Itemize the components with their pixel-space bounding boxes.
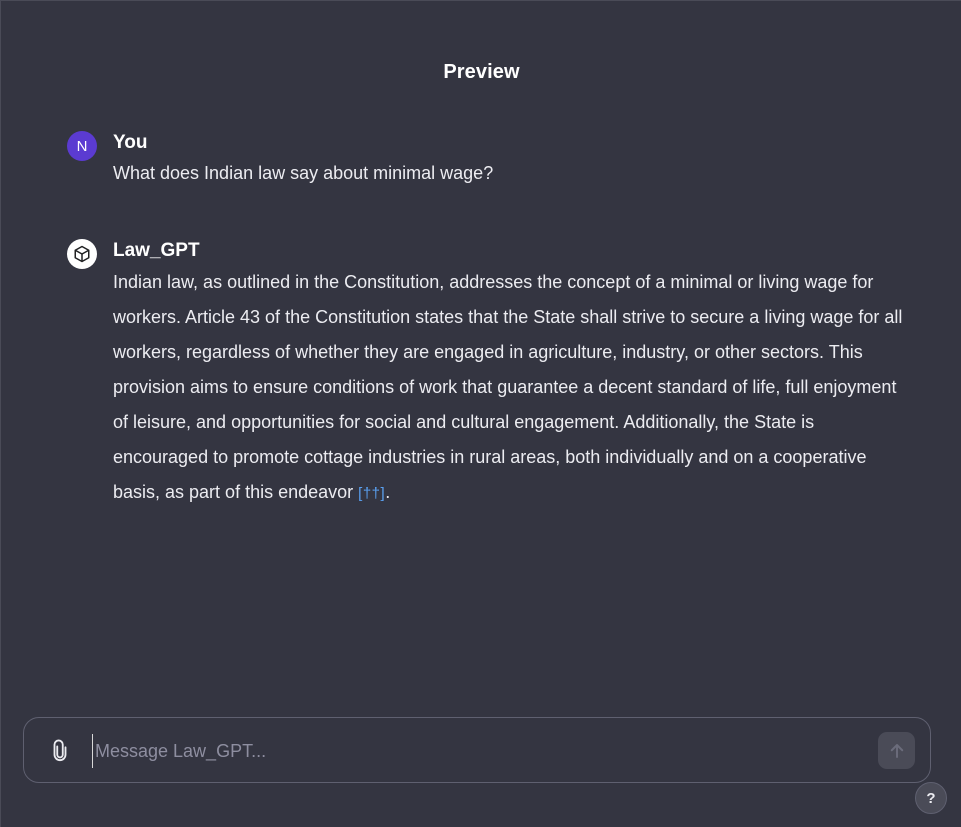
assistant-message-content: Indian law, as outlined in the Constitut… [113, 265, 907, 511]
assistant-message: Law_GPT Indian law, as outlined in the C… [67, 237, 907, 511]
message-input[interactable] [92, 734, 855, 768]
user-message: N You What does Indian law say about min… [67, 129, 907, 189]
user-author-name: You [113, 132, 148, 153]
user-message-text: What does Indian law say about minimal w… [113, 163, 494, 183]
page-title: Preview [443, 61, 520, 83]
cube-icon [73, 245, 91, 263]
help-button[interactable]: ? [915, 782, 947, 814]
paperclip-icon [49, 738, 71, 764]
arrow-up-icon [888, 742, 906, 760]
message-composer [23, 717, 931, 783]
assistant-message-body: Law_GPT Indian law, as outlined in the C… [113, 237, 907, 511]
citation-link[interactable]: [††] [358, 485, 385, 502]
user-message-body: You What does Indian law say about minim… [113, 129, 907, 189]
send-button[interactable] [878, 732, 915, 769]
assistant-avatar [67, 239, 97, 269]
trailing-punctuation: . [385, 482, 391, 502]
assistant-message-text: Indian law, as outlined in the Constitut… [113, 272, 903, 502]
app-window: Preview N You What does Indian law say a… [0, 0, 961, 827]
attach-button[interactable] [46, 736, 74, 766]
user-avatar: N [67, 131, 97, 161]
assistant-author-name: Law_GPT [113, 240, 200, 261]
